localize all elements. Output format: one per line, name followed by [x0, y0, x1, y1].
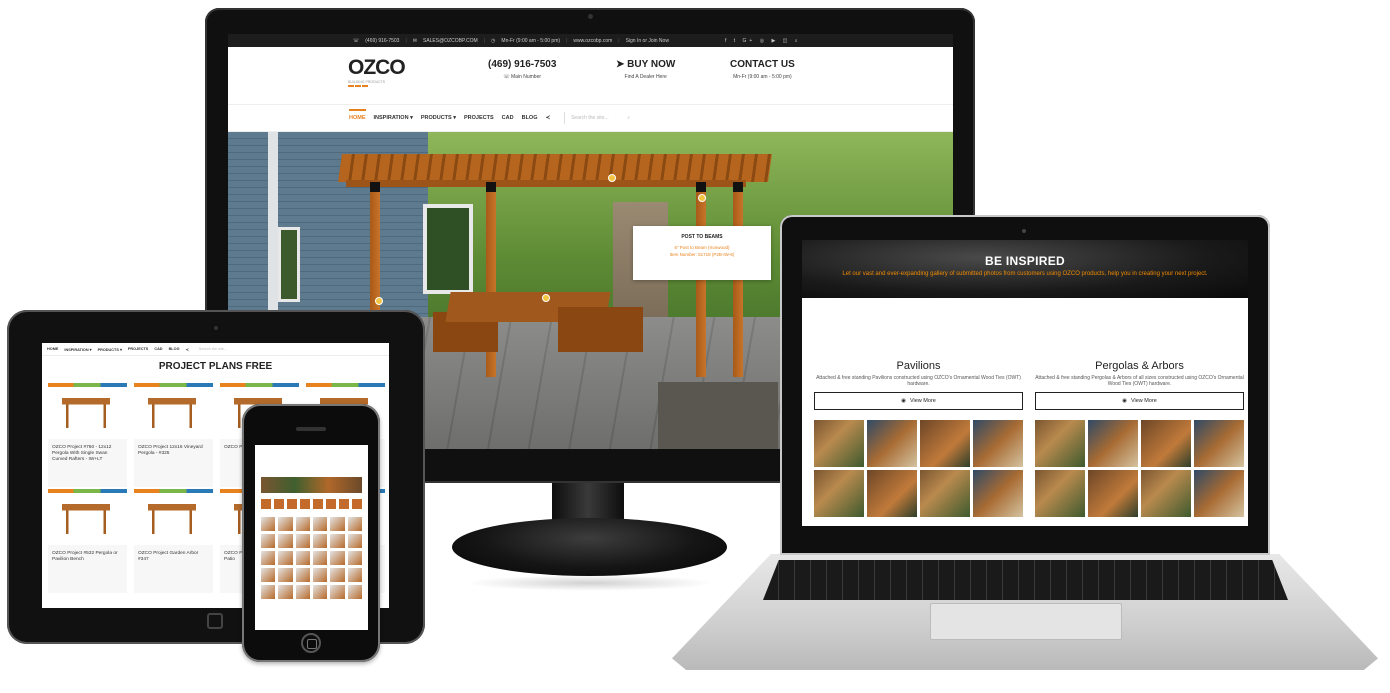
phone-home-button[interactable] [301, 633, 321, 653]
hotspot-marker[interactable] [608, 174, 616, 182]
nav-home[interactable]: HOME [349, 109, 366, 121]
plan-card[interactable]: OZCO Project #760 - 12x12 Pergola With S… [48, 383, 127, 487]
tablet-nav-home[interactable]: HOME [47, 347, 58, 351]
phone-icon: ☏ [503, 74, 512, 80]
laptop-keyboard [763, 560, 1288, 600]
view-more-button[interactable]: ◉ View More [1035, 392, 1244, 410]
gallery-photo[interactable] [1141, 470, 1191, 517]
ozco-logo[interactable]: OZCO BUILDING PRODUCTS [348, 57, 406, 87]
gallery-photo[interactable] [867, 420, 917, 467]
eye-icon: ◉ [901, 398, 906, 404]
gallery-photo[interactable] [920, 470, 970, 517]
eye-icon: ◉ [1122, 398, 1127, 404]
phone-icon: ☏ [353, 37, 360, 44]
gallery-photo[interactable] [973, 470, 1023, 517]
photo-grid [814, 420, 1023, 517]
phone-hero-strip [261, 477, 362, 493]
tablet-nav-inspiration[interactable]: INSPIRATION ▾ [64, 347, 91, 352]
nav-projects[interactable]: PROJECTS [464, 115, 494, 121]
topbar-email[interactable]: SALES@OZCOBP.COM [423, 38, 478, 44]
nav-inspiration[interactable]: INSPIRATION ▾ [374, 115, 413, 121]
topbar-hours: Mn-Fr (9:00 am - 5:00 pm) [501, 37, 561, 44]
share-icon[interactable]: ≺ [186, 347, 189, 352]
tablet-home-button[interactable] [207, 613, 223, 629]
banner-title: BE INSPIRED [985, 254, 1065, 268]
tablet-nav: HOME INSPIRATION ▾ PRODUCTS ▾ PROJECTS C… [42, 343, 389, 356]
share-icon[interactable]: ≺ [545, 115, 550, 121]
laptop-webcam [1022, 229, 1026, 233]
page-title: PROJECT PLANS FREE [158, 361, 273, 372]
location-arrow-icon: ➤ [616, 59, 628, 70]
topbar-phone[interactable]: (469) 916-7503 [365, 38, 399, 44]
gallery-pergolas: Pergolas & Arbors Attached & free standi… [1035, 360, 1244, 517]
gallery-photo[interactable] [1035, 420, 1085, 467]
phone-product-strip [261, 499, 362, 509]
plan-card[interactable]: OZCO Project 12x16 Vineyard Pergola - #3… [134, 383, 213, 487]
hotspot-marker[interactable] [542, 294, 550, 302]
gallery-photo[interactable] [1088, 470, 1138, 517]
view-more-button[interactable]: ◉ View More [814, 392, 1023, 410]
phone-speaker [296, 427, 326, 431]
search-icon: ⌕ [627, 115, 631, 121]
gallery-photo[interactable] [1194, 420, 1244, 467]
stand-shadow [465, 575, 715, 591]
column-title: Pavilions [896, 360, 941, 372]
mail-icon: ✉ [412, 37, 417, 44]
header-buy-now[interactable]: ➤ BUY NOW Find A Dealer Here [616, 59, 675, 80]
phone-screen [255, 445, 368, 630]
gallery-photo[interactable] [973, 420, 1023, 467]
gallery-pavilions: Pavilions Attached & free standing Pavil… [814, 360, 1023, 517]
gallery-photo[interactable] [1194, 470, 1244, 517]
plan-card[interactable]: OZCO Project #532 Pergola or Pavilion Be… [48, 489, 127, 593]
topbar-site[interactable]: www.ozcobp.com [573, 38, 612, 44]
laptop-screen: BE INSPIRED Let our vast and ever-expand… [802, 240, 1248, 526]
column-desc: Attached & free standing Pavilions const… [816, 375, 1021, 388]
hotspot-marker[interactable] [698, 194, 706, 202]
monitor-stand-base [452, 518, 727, 576]
header-contact[interactable]: CONTACT US Mn-Fr (9:00 am - 5:00 pm) [730, 59, 795, 80]
tablet-camera [214, 326, 218, 330]
gallery-photo[interactable] [814, 470, 864, 517]
banner-subtitle: Let our vast and ever-expanding gallery … [842, 271, 1208, 277]
search-input[interactable]: Search the site... ⌕ [564, 112, 634, 124]
column-title: Pergolas & Arbors [1095, 360, 1184, 372]
plan-card[interactable]: OZCO Project Garden Arbor #347 [134, 489, 213, 593]
gallery-photo[interactable] [814, 420, 864, 467]
gallery-photo[interactable] [920, 420, 970, 467]
top-bar: ☏ (469) 916-7503 | ✉ SALES@OZCOBP.COM | … [228, 34, 953, 47]
hotspot-marker[interactable] [375, 297, 383, 305]
topbar-signin[interactable]: Sign In or Join Now [626, 38, 669, 44]
column-desc: Attached & free standing Pergolas & Arbo… [1035, 375, 1244, 388]
nav-cad[interactable]: CAD [502, 115, 514, 121]
social-icons[interactable]: f t G+ ◎ ▶ ◫ ⌕ [725, 38, 801, 44]
tablet-nav-products[interactable]: PRODUCTS ▾ [98, 347, 122, 352]
tablet-nav-blog[interactable]: BLOG [169, 347, 180, 351]
header-phone[interactable]: (469) 916-7503 ☏ Main Number [488, 59, 556, 80]
gallery-photo[interactable] [1088, 420, 1138, 467]
gallery-photo[interactable] [867, 470, 917, 517]
tablet-nav-projects[interactable]: PROJECTS [128, 347, 148, 351]
clock-icon: ◷ [491, 37, 496, 44]
tablet-nav-cad[interactable]: CAD [154, 347, 162, 351]
inspired-banner: BE INSPIRED Let our vast and ever-expand… [802, 240, 1248, 298]
laptop-trackpad [930, 603, 1122, 640]
hotspot-tooltip: POST TO BEAMS 6" Post to Beam (Ironwood)… [633, 226, 771, 280]
gallery-photo[interactable] [1141, 420, 1191, 467]
phone-product-grid [261, 517, 362, 599]
site-header: OZCO BUILDING PRODUCTS (469) 916-7503 ☏ … [228, 47, 953, 105]
main-nav: HOME INSPIRATION ▾ PRODUCTS ▾ PROJECTS C… [228, 105, 953, 132]
nav-products[interactable]: PRODUCTS ▾ [421, 115, 456, 121]
gallery-photo[interactable] [1035, 470, 1085, 517]
photo-grid [1035, 420, 1244, 517]
nav-blog[interactable]: BLOG [522, 115, 538, 121]
tablet-search-input[interactable]: Search the site... [199, 347, 228, 351]
webcam [588, 14, 593, 19]
